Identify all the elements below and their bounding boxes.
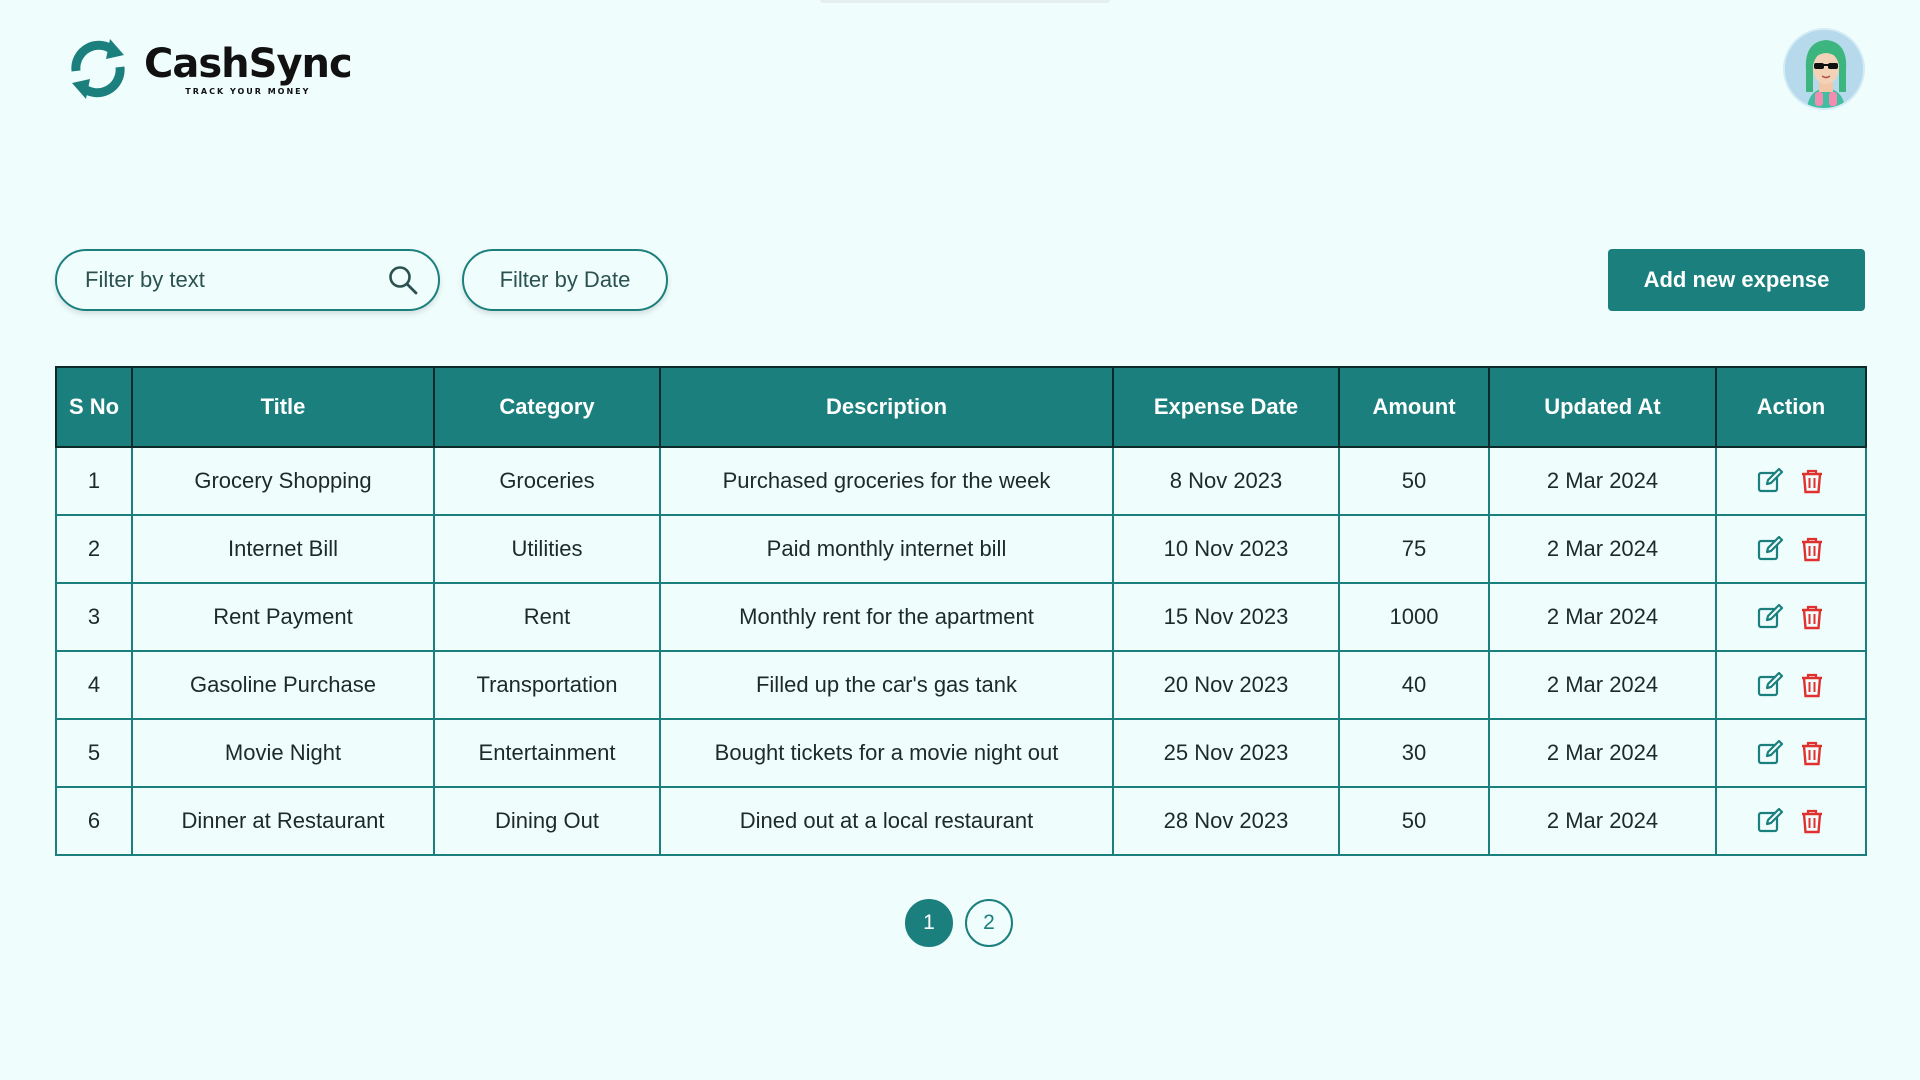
- cell-expense-date: 15 Nov 2023: [1112, 582, 1340, 652]
- cell-sno: 5: [55, 718, 133, 788]
- sync-icon: [71, 39, 125, 99]
- cell-amount: 50: [1338, 446, 1490, 516]
- page-button-1[interactable]: 1: [905, 899, 953, 947]
- delete-icon[interactable]: [1798, 807, 1826, 835]
- cell-updated-at: 2 Mar 2024: [1488, 514, 1717, 584]
- cell-sno: 4: [55, 650, 133, 720]
- cell-expense-date: 25 Nov 2023: [1112, 718, 1340, 788]
- filter-text-input[interactable]: [85, 267, 386, 293]
- row-actions: [1717, 671, 1865, 699]
- top-divider: [820, 0, 1110, 3]
- cell-amount: 40: [1338, 650, 1490, 720]
- cell-title: Internet Bill: [131, 514, 435, 584]
- add-expense-button[interactable]: Add new expense: [1608, 249, 1865, 311]
- delete-icon[interactable]: [1798, 739, 1826, 767]
- header-sno: S No: [55, 366, 133, 448]
- app-tagline: TRACK YOUR MONEY: [185, 87, 311, 96]
- header-expense-date: Expense Date: [1112, 366, 1340, 448]
- cell-title: Gasoline Purchase: [131, 650, 435, 720]
- cell-action: [1715, 786, 1867, 856]
- delete-icon[interactable]: [1798, 603, 1826, 631]
- cell-updated-at: 2 Mar 2024: [1488, 718, 1717, 788]
- header-amount: Amount: [1338, 366, 1490, 448]
- cell-category: Rent: [433, 582, 661, 652]
- cell-amount: 30: [1338, 718, 1490, 788]
- header-updated-at: Updated At: [1488, 366, 1717, 448]
- page-button-2[interactable]: 2: [965, 899, 1013, 947]
- filter-by-text[interactable]: [55, 249, 440, 311]
- cell-sno: 1: [55, 446, 133, 516]
- pagination: 1 2: [905, 899, 1013, 947]
- header-category: Category: [433, 366, 661, 448]
- table-row: 6 Dinner at Restaurant Dining Out Dined out…: [55, 786, 1867, 856]
- cell-title: Grocery Shopping: [131, 446, 435, 516]
- delete-icon[interactable]: [1798, 671, 1826, 699]
- cell-sno: 3: [55, 582, 133, 652]
- cell-updated-at: 2 Mar 2024: [1488, 446, 1717, 516]
- table-row: 1 Grocery Shopping Groceries Purchased groc…: [55, 446, 1867, 516]
- table-row: 3 Rent Payment Rent Monthly rent for the ap…: [55, 582, 1867, 652]
- header-description: Description: [659, 366, 1114, 448]
- expenses-table: S No Title Category Description Expense …: [55, 366, 1867, 856]
- cell-title: Dinner at Restaurant: [131, 786, 435, 856]
- cell-amount: 75: [1338, 514, 1490, 584]
- cell-updated-at: 2 Mar 2024: [1488, 786, 1717, 856]
- delete-icon[interactable]: [1798, 535, 1826, 563]
- edit-icon[interactable]: [1756, 739, 1784, 767]
- row-actions: [1717, 739, 1865, 767]
- cell-title: Movie Night: [131, 718, 435, 788]
- cell-description: Bought tickets for a movie night out: [659, 718, 1114, 788]
- cell-category: Dining Out: [433, 786, 661, 856]
- cell-expense-date: 8 Nov 2023: [1112, 446, 1340, 516]
- cell-description: Dined out at a local restaurant: [659, 786, 1114, 856]
- cell-action: [1715, 718, 1867, 788]
- header-title: Title: [131, 366, 435, 448]
- avatar-illustration: [1785, 30, 1863, 108]
- cell-category: Groceries: [433, 446, 661, 516]
- cell-updated-at: 2 Mar 2024: [1488, 650, 1717, 720]
- cell-description: Paid monthly internet bill: [659, 514, 1114, 584]
- cell-action: [1715, 446, 1867, 516]
- edit-icon[interactable]: [1756, 671, 1784, 699]
- edit-icon[interactable]: [1756, 467, 1784, 495]
- cell-category: Transportation: [433, 650, 661, 720]
- cell-sno: 6: [55, 786, 133, 856]
- cell-amount: 1000: [1338, 582, 1490, 652]
- cell-expense-date: 20 Nov 2023: [1112, 650, 1340, 720]
- cell-category: Entertainment: [433, 718, 661, 788]
- user-avatar[interactable]: [1783, 28, 1865, 110]
- cell-action: [1715, 514, 1867, 584]
- app-name: CashSync: [144, 41, 353, 87]
- cell-description: Monthly rent for the apartment: [659, 582, 1114, 652]
- row-actions: [1717, 535, 1865, 563]
- search-icon[interactable]: [386, 263, 420, 297]
- filter-by-date-button[interactable]: Filter by Date: [462, 249, 668, 311]
- cell-sno: 2: [55, 514, 133, 584]
- cell-amount: 50: [1338, 786, 1490, 856]
- cell-description: Filled up the car's gas tank: [659, 650, 1114, 720]
- row-actions: [1717, 467, 1865, 495]
- header-action: Action: [1715, 366, 1867, 448]
- row-actions: [1717, 807, 1865, 835]
- cell-category: Utilities: [433, 514, 661, 584]
- table-header-row: S No Title Category Description Expense …: [55, 366, 1867, 448]
- cell-action: [1715, 650, 1867, 720]
- cell-action: [1715, 582, 1867, 652]
- cell-title: Rent Payment: [131, 582, 435, 652]
- table-row: 4 Gasoline Purchase Transportation Filled u…: [55, 650, 1867, 720]
- edit-icon[interactable]: [1756, 603, 1784, 631]
- cell-expense-date: 10 Nov 2023: [1112, 514, 1340, 584]
- table-row: 2 Internet Bill Utilities Paid monthly inte…: [55, 514, 1867, 584]
- edit-icon[interactable]: [1756, 807, 1784, 835]
- app-logo[interactable]: CashSync TRACK YOUR MONEY: [62, 32, 353, 106]
- cell-expense-date: 28 Nov 2023: [1112, 786, 1340, 856]
- delete-icon[interactable]: [1798, 467, 1826, 495]
- edit-icon[interactable]: [1756, 535, 1784, 563]
- cell-updated-at: 2 Mar 2024: [1488, 582, 1717, 652]
- table-row: 5 Movie Night Entertainment Bought tickets …: [55, 718, 1867, 788]
- row-actions: [1717, 603, 1865, 631]
- cell-description: Purchased groceries for the week: [659, 446, 1114, 516]
